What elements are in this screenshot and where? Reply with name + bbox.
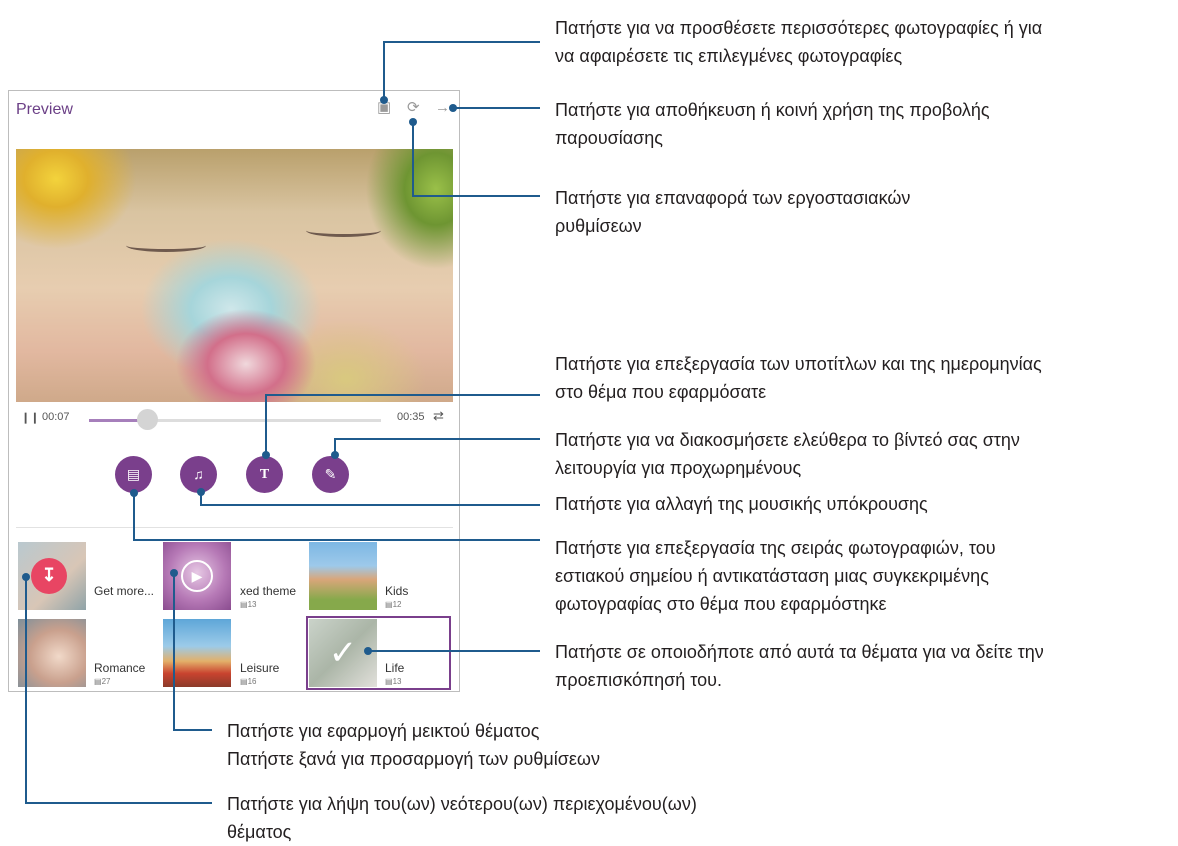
line-mixed bbox=[173, 573, 212, 731]
dot-save-share bbox=[449, 104, 457, 112]
dot-photos bbox=[130, 489, 138, 497]
dot-mixed bbox=[170, 569, 178, 577]
annotation-save-share: Πατήστε για αποθήκευση ή κοινή χρήση της… bbox=[555, 100, 990, 148]
line-reset bbox=[412, 122, 540, 197]
dot-music bbox=[197, 488, 205, 496]
line-photos bbox=[133, 493, 540, 541]
line-text bbox=[265, 394, 540, 455]
dot-add-photos bbox=[380, 96, 388, 104]
line-edit bbox=[334, 438, 540, 455]
line-download bbox=[25, 577, 212, 804]
line-music bbox=[200, 492, 540, 506]
dot-themes bbox=[364, 647, 372, 655]
dot-download bbox=[22, 573, 30, 581]
annotation-photos: Πατήστε για επεξεργασία της σειράς φωτογ… bbox=[555, 538, 996, 614]
dot-reset bbox=[409, 118, 417, 126]
annotation-edit: Πατήστε για να διακοσμήσετε ελεύθερα το … bbox=[555, 430, 1020, 478]
dot-text bbox=[262, 451, 270, 459]
annotation-add-photos: Πατήστε για να προσθέσετε περισσότερες φ… bbox=[555, 18, 1043, 66]
annotation-mixed: Πατήστε για εφαρμογή μεικτού θέματος Πατή… bbox=[227, 721, 600, 769]
annotation-download: Πατήστε για λήψη του(ων) νεότερου(ων) πε… bbox=[227, 794, 697, 842]
annotation-music: Πατήστε για αλλαγή της μουσικής υπόκρουσ… bbox=[555, 494, 928, 514]
line-add-photos bbox=[383, 41, 540, 100]
annotation-text: Πατήστε για επεξεργασία των υποτίτλων κα… bbox=[555, 354, 1042, 402]
dot-edit bbox=[331, 451, 339, 459]
annotation-reset: Πατήστε για επαναφορά των εργοστασιακών ρ… bbox=[555, 188, 911, 236]
annotation-themes: Πατήστε σε οποιοδήποτε από αυτά τα θέματ… bbox=[555, 642, 1044, 690]
